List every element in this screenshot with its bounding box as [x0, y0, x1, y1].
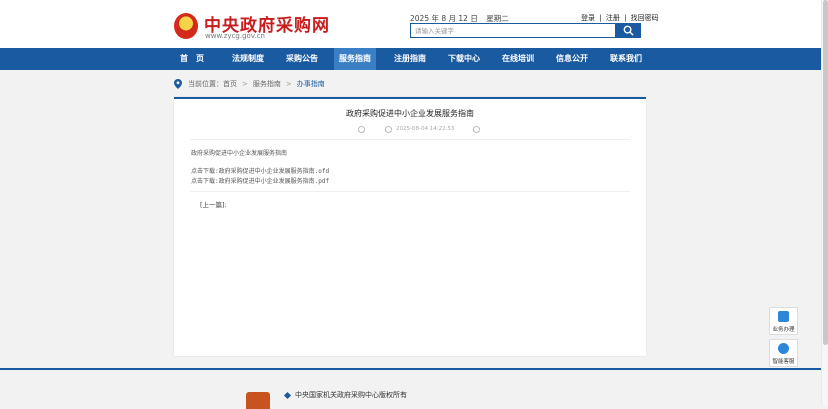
phone-app-icon [778, 311, 789, 322]
nav-regulations[interactable]: 法规制度 [224, 48, 272, 70]
login-link[interactable]: 登录 [581, 14, 595, 22]
link-separator: | [599, 14, 602, 22]
previous-article-link[interactable]: [上一篇]: [200, 199, 227, 209]
nav-service-guide[interactable]: 服务指南 [334, 48, 376, 70]
download-pdf-link[interactable]: 点击下载:政府采购促进中小企业发展服务指南.pdf [191, 176, 329, 185]
top-header: 中央政府采购网 www.zycg.gov.cn 2025 年 8 月 12 日 … [0, 0, 828, 48]
smart-support-widget[interactable]: 智能客服 [769, 339, 798, 367]
main-nav: 首 页 法规制度 采购公告 服务指南 注册指南 下载中心 在线培训 信息公开 联… [0, 48, 828, 70]
auth-links: 登录 | 注册 | 找回密码 [580, 13, 660, 23]
widget-label: 智能客服 [772, 359, 795, 365]
divider [190, 191, 630, 192]
breadcrumb-prefix[interactable]: 当前位置：首页 [188, 80, 237, 88]
footer-logo-icon [246, 392, 270, 409]
nav-online-training[interactable]: 在线培训 [494, 48, 542, 70]
breadcrumb-service-guide[interactable]: 服务指南 [253, 80, 281, 88]
nav-home[interactable]: 首 页 [170, 48, 214, 70]
breadcrumb-separator: > [242, 80, 248, 88]
national-emblem-icon [174, 13, 198, 39]
date-value: 2025 年 8 月 12 日 [410, 14, 478, 23]
location-pin-icon [174, 79, 182, 89]
widget-label: 业务办理 [772, 327, 795, 333]
breadcrumb-current[interactable]: 办事指南 [297, 80, 325, 88]
weekday-value: 星期二 [486, 14, 509, 23]
nav-information-disclosure[interactable]: 信息公开 [548, 48, 596, 70]
clock-icon [385, 126, 392, 133]
search-input[interactable] [410, 23, 617, 38]
article-title: 政府采购促进中小企业发展服务指南 [346, 109, 474, 118]
view-count-icon [358, 126, 365, 133]
footer: 中央国家机关政府采购中心版权所有 [0, 368, 821, 409]
scrollbar-thumb[interactable] [823, 0, 828, 345]
search-icon [623, 25, 634, 36]
chat-bot-icon [778, 343, 789, 354]
diamond-bullet-icon [283, 391, 292, 400]
site-url: www.zycg.gov.cn [205, 32, 265, 40]
search-button[interactable] [615, 23, 641, 38]
nav-download-center[interactable]: 下载中心 [440, 48, 488, 70]
breadcrumb-separator: > [285, 80, 292, 88]
article-panel: 政府采购促进中小企业发展服务指南 2025-08-04 14:22:53 政府采… [174, 97, 646, 356]
recover-password-link[interactable]: 找回密码 [631, 14, 659, 22]
register-link[interactable]: 注册 [606, 14, 620, 22]
page-scrollbar[interactable] [821, 0, 828, 405]
nav-announcements[interactable]: 采购公告 [278, 48, 326, 70]
article-timestamp: 2025-08-04 14:22:53 [396, 126, 455, 132]
divider [190, 139, 630, 140]
print-icon[interactable] [473, 126, 480, 133]
download-ofd-link[interactable]: 点击下载:政府采购促进中小企业发展服务指南.ofd [191, 166, 329, 175]
article-body-heading: 政府采购促进中小企业发展服务指南 [191, 150, 288, 157]
link-separator: | [624, 14, 627, 22]
footer-copyright: 中央国家机关政府采购中心版权所有 [295, 391, 407, 399]
nav-registration-guide[interactable]: 注册指南 [386, 48, 434, 70]
business-handling-widget[interactable]: 业务办理 [769, 307, 798, 335]
article-meta: 2025-08-04 14:22:53 [174, 125, 646, 135]
nav-contact-us[interactable]: 联系我们 [602, 48, 650, 70]
